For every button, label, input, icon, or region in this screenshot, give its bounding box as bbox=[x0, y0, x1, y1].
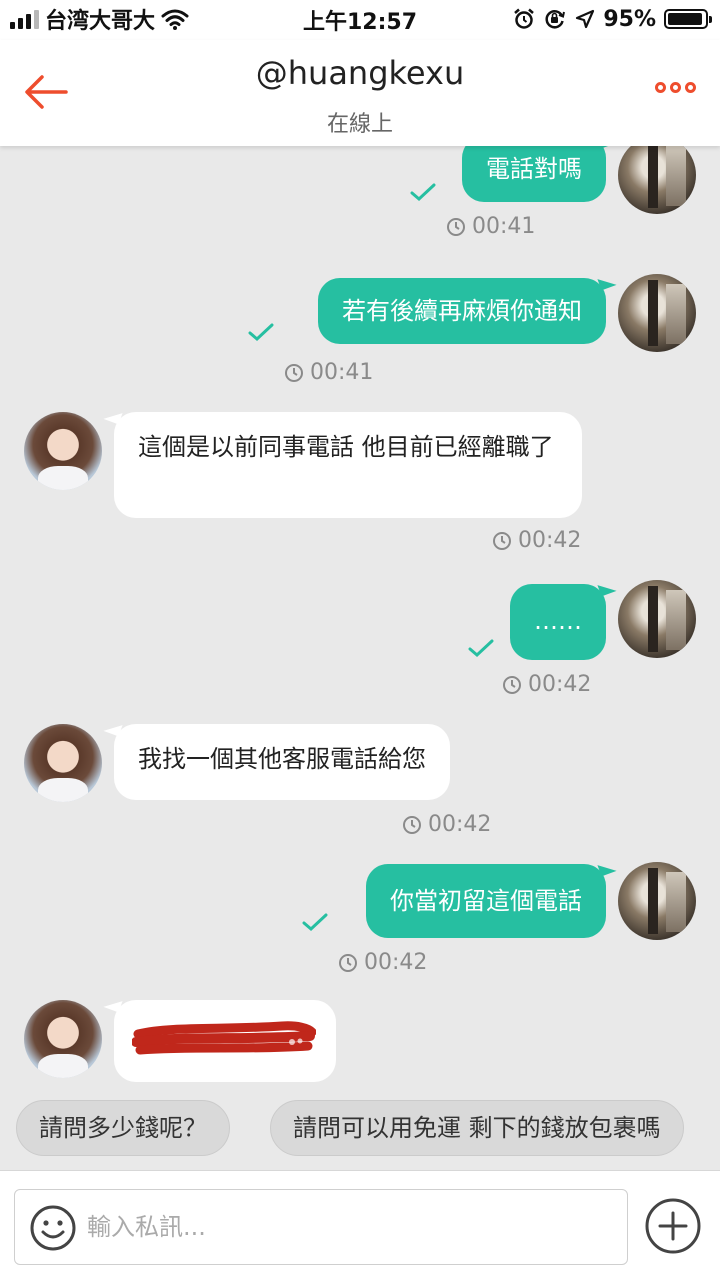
message-time: 00:41 bbox=[446, 214, 535, 239]
message-bubble[interactable] bbox=[114, 1000, 336, 1082]
read-check-icon bbox=[468, 639, 494, 658]
clock-icon bbox=[447, 217, 465, 236]
redaction-scribble bbox=[131, 1021, 317, 1055]
message-time-text: 00:41 bbox=[310, 360, 374, 385]
message-row: 若有後續再麻煩你通知 00:41 bbox=[0, 274, 720, 386]
message-row: …… 00:42 bbox=[0, 580, 720, 700]
message-time-text: 00:42 bbox=[518, 528, 582, 553]
plus-icon[interactable] bbox=[644, 1197, 702, 1255]
my-avatar[interactable] bbox=[618, 146, 696, 214]
message-time-text: 00:42 bbox=[364, 950, 428, 975]
message-time: 00:42 bbox=[338, 950, 427, 975]
clock-icon bbox=[339, 953, 357, 972]
clock-icon bbox=[285, 363, 303, 382]
message-bubble[interactable]: 這個是以前同事電話 他目前已經離職了 bbox=[114, 412, 582, 518]
read-check-icon bbox=[248, 323, 274, 342]
message-time: 00:42 bbox=[492, 528, 581, 553]
seller-avatar[interactable] bbox=[24, 724, 102, 802]
message-row bbox=[0, 1000, 720, 1090]
clock-icon bbox=[503, 675, 521, 694]
message-input-box[interactable] bbox=[14, 1189, 628, 1265]
chat-partner-username: @huangkexu bbox=[255, 54, 465, 92]
location-icon bbox=[576, 9, 595, 29]
message-bubble[interactable]: 若有後續再麻煩你通知 bbox=[318, 278, 606, 344]
emoji-icon[interactable] bbox=[29, 1204, 77, 1252]
more-icon[interactable] bbox=[655, 82, 696, 93]
chat-header: @huangkexu 在線上 bbox=[0, 40, 720, 146]
my-avatar[interactable] bbox=[618, 580, 696, 658]
read-check-icon bbox=[410, 183, 436, 202]
message-time: 00:42 bbox=[402, 812, 491, 837]
status-bar: 台湾大哥大 上午12:57 95% bbox=[0, 0, 720, 40]
message-time: 00:41 bbox=[284, 360, 373, 385]
message-row: 我找一個其他客服電話給您 00:42 bbox=[0, 724, 720, 844]
clock-icon bbox=[403, 815, 421, 834]
message-bubble[interactable]: 你當初留這個電話 bbox=[366, 864, 606, 938]
message-time-text: 00:42 bbox=[528, 672, 592, 697]
quick-reply-chip[interactable]: 請問多少錢呢？ bbox=[16, 1100, 230, 1156]
read-check-icon bbox=[302, 913, 328, 932]
message-time-text: 00:42 bbox=[428, 812, 492, 837]
message-list[interactable]: 電話對嗎 00:41 若有後續再麻煩你通知 00:41 這個是以前同事電話 他目… bbox=[0, 146, 720, 1090]
message-input[interactable] bbox=[87, 1210, 607, 1244]
clock-icon bbox=[493, 531, 511, 550]
my-avatar[interactable] bbox=[618, 862, 696, 940]
message-bubble[interactable]: 我找一個其他客服電話給您 bbox=[114, 724, 450, 800]
my-avatar[interactable] bbox=[618, 274, 696, 352]
message-input-bar bbox=[0, 1170, 720, 1280]
message-bubble[interactable]: 電話對嗎 bbox=[462, 146, 606, 202]
quick-reply-chip[interactable]: 請問可以用免運 剩下的錢放包裹嗎 bbox=[270, 1100, 684, 1156]
message-time: 00:42 bbox=[502, 672, 591, 697]
quick-replies: 請問多少錢呢？ 請問可以用免運 剩下的錢放包裹嗎 bbox=[0, 1100, 720, 1156]
battery-percent: 95% bbox=[603, 6, 656, 32]
message-bubble[interactable]: …… bbox=[510, 584, 606, 660]
message-row: 電話對嗎 00:41 bbox=[0, 146, 720, 246]
seller-avatar[interactable] bbox=[24, 1000, 102, 1078]
orientation-lock-icon bbox=[545, 10, 566, 29]
message-row: 你當初留這個電話 00:42 bbox=[0, 862, 720, 982]
message-row: 這個是以前同事電話 他目前已經離職了 00:42 bbox=[0, 410, 720, 560]
battery-icon bbox=[664, 9, 712, 29]
alarm-icon bbox=[514, 8, 535, 29]
message-time-text: 00:41 bbox=[472, 214, 536, 239]
seller-avatar[interactable] bbox=[24, 412, 102, 490]
online-status: 在線上 bbox=[326, 112, 393, 137]
